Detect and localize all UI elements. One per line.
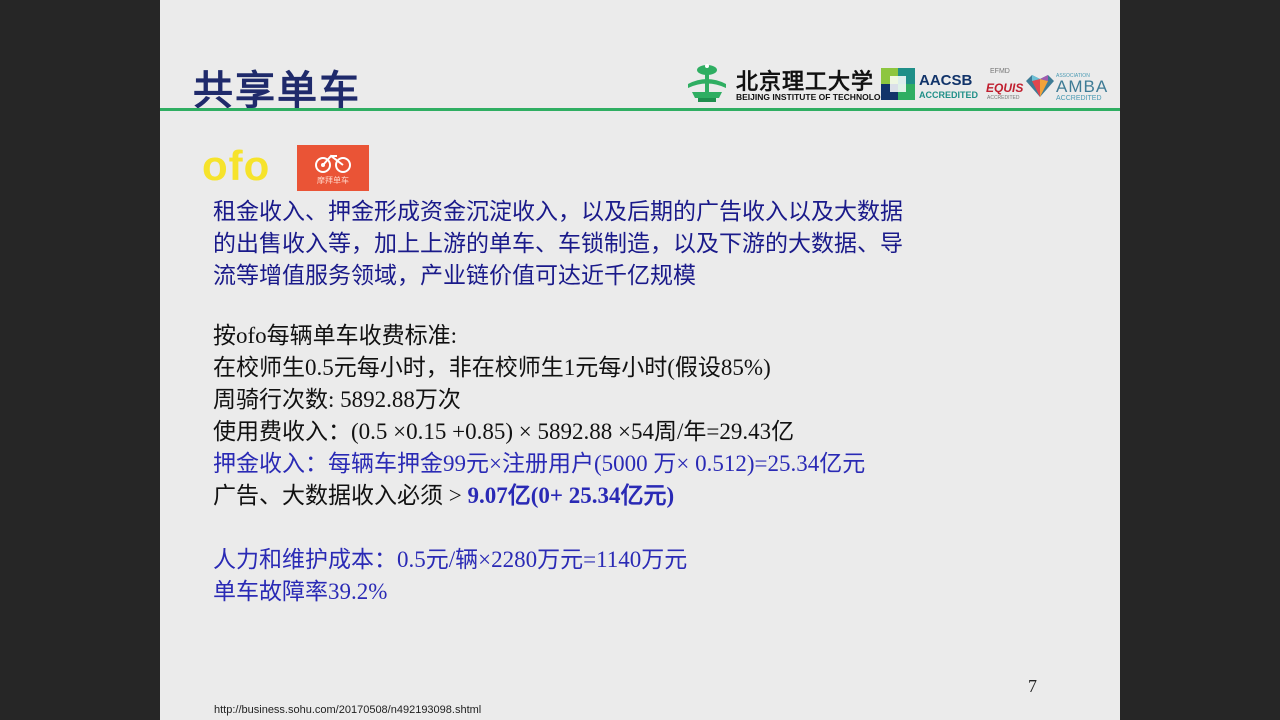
ad-data-revenue-prefix: 广告、大数据收入必须 >	[213, 483, 468, 508]
logo-bar: 北京理工大学 BEIJING INSTITUTE OF TECHNOLOGY A…	[684, 60, 1107, 106]
efmd-label: EFMD	[990, 68, 1010, 75]
amba-name: AMBA	[1056, 77, 1109, 96]
amba-icon	[1026, 75, 1054, 97]
aacsb-accredited: ACCREDITED	[919, 90, 979, 100]
summary-paragraph: 租金收入、押金形成资金沉淀收入，以及后期的广告收入以及大数据 的出售收入等，加上…	[213, 196, 1043, 292]
aacsb-icon	[881, 68, 915, 100]
title-divider	[160, 108, 1120, 111]
fee-standard-heading: 按ofo每辆单车收费标准:	[213, 323, 458, 348]
equis-accredited: ACCREDITED	[987, 95, 1020, 101]
bit-emblem-icon	[688, 64, 726, 102]
paragraph-line: 的出售收入等，加上上游的单车、车锁制造，以及下游的大数据、导	[213, 231, 903, 257]
source-link[interactable]: http://business.sohu.com/20170508/n49219…	[214, 704, 481, 716]
failure-rate-line: 单车故障率39.2%	[213, 579, 388, 604]
bicycle-icon	[315, 154, 351, 173]
ad-data-revenue-value: 9.07亿(0+ 25.34亿元)	[467, 483, 675, 508]
aacsb-name: AACSB	[919, 72, 973, 89]
mobike-logo: 摩拜单车	[297, 145, 369, 191]
deposit-revenue-line: 押金收入：每辆车押金99元×注册用户(5000 万× 0.512)=25.34亿…	[213, 451, 866, 476]
revenue-calculation: 按ofo每辆单车收费标准: 在校师生0.5元每小时，非在校师生1元每小时(假设8…	[213, 320, 865, 608]
weekly-rides-line: 周骑行次数: 5892.88万次	[213, 387, 461, 412]
usage-revenue-line: 使用费收入：(0.5 ×0.15 +0.85) × 5892.88 ×54周/年…	[213, 419, 795, 444]
page-number: 7	[1028, 676, 1037, 696]
slide: 共享单车 北京理工大学 BEIJING INSTITUTE OF TECHNOL…	[160, 0, 1120, 720]
equis-name: EQUIS	[986, 81, 1024, 95]
ad-data-revenue-line: 广告、大数据收入必须 > 9.07亿(0+ 25.34亿元)	[213, 480, 865, 512]
mobike-name: 摩拜单车	[317, 176, 349, 185]
paragraph-line: 流等增值服务领域，产业链价值可达近千亿规模	[213, 263, 696, 289]
hourly-rate-line: 在校师生0.5元每小时，非在校师生1元每小时(假设85%)	[213, 355, 771, 380]
paragraph-line: 租金收入、押金形成资金沉淀收入，以及后期的广告收入以及大数据	[213, 199, 903, 225]
maintenance-cost-line: 人力和维护成本：0.5元/辆×2280万元=1140万元	[213, 547, 688, 572]
bit-english-name: BEIJING INSTITUTE OF TECHNOLOGY	[736, 92, 893, 102]
ofo-logo: ofo	[202, 142, 271, 189]
amba-accredited: ACCREDITED	[1056, 95, 1102, 102]
